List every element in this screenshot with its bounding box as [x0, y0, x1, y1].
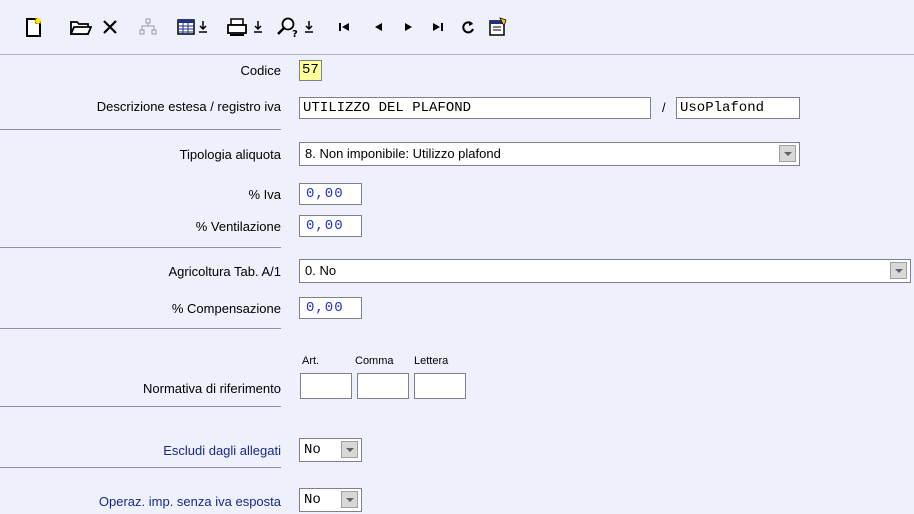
search-dropdown-icon[interactable]: [303, 18, 315, 36]
normativa-label: Normativa di riferimento: [143, 381, 281, 396]
agricoltura-label: Agricoltura Tab. A/1: [168, 264, 282, 279]
svg-text:?: ?: [292, 29, 298, 38]
art-label: Art.: [302, 355, 320, 367]
descrizione-label: Descrizione estesa / registro iva: [96, 99, 281, 114]
codice-label: Codice: [240, 63, 281, 78]
lettera-field[interactable]: [414, 373, 466, 399]
form-area: Codice 57 Descrizione estesa / registro …: [0, 55, 914, 514]
delete-icon[interactable]: [101, 14, 119, 40]
search-help-icon[interactable]: ?: [276, 14, 300, 40]
table-view-dropdown-icon[interactable]: [197, 18, 209, 36]
separator: [0, 467, 281, 468]
agricoltura-value: 0. No: [305, 263, 337, 278]
next-record-icon[interactable]: [402, 14, 416, 40]
hierarchy-icon[interactable]: [138, 14, 158, 40]
separator: [0, 247, 281, 248]
compensazione-label: % Compensazione: [171, 301, 281, 316]
comma-field[interactable]: [357, 373, 409, 399]
operaz-select[interactable]: No: [299, 488, 362, 512]
ventilazione-field[interactable]: 0,00: [299, 215, 362, 237]
descrizione-field[interactable]: UTILIZZO DEL PLAFOND: [299, 97, 651, 119]
chevron-down-icon[interactable]: [341, 441, 358, 458]
ventilazione-label: % Ventilazione: [195, 219, 281, 234]
codice-field[interactable]: 57: [299, 60, 322, 81]
iva-field[interactable]: 0,00: [299, 183, 362, 205]
new-document-icon[interactable]: [24, 14, 44, 40]
escludi-select[interactable]: No: [299, 438, 362, 462]
chevron-down-icon[interactable]: [779, 145, 796, 162]
compensazione-field[interactable]: 0,00: [299, 297, 362, 319]
comma-label: Comma: [355, 355, 394, 367]
tipologia-label: Tipologia aliquota: [179, 147, 281, 162]
registro-iva-field[interactable]: UsoPlafond: [676, 97, 800, 119]
refresh-icon[interactable]: [460, 14, 476, 40]
table-view-icon[interactable]: [176, 14, 196, 40]
previous-record-icon[interactable]: [371, 14, 385, 40]
iva-label: % Iva: [248, 187, 281, 202]
properties-icon[interactable]: [487, 14, 509, 40]
print-dropdown-icon[interactable]: [252, 18, 264, 36]
last-record-icon[interactable]: [431, 14, 445, 40]
separator: [0, 129, 281, 130]
art-field[interactable]: [300, 373, 352, 399]
operaz-label: Operaz. imp. senza iva esposta: [98, 494, 281, 509]
lettera-label: Lettera: [414, 355, 449, 367]
agricoltura-select[interactable]: 0. No: [299, 259, 911, 283]
separator: [0, 328, 281, 329]
first-record-icon[interactable]: [337, 14, 351, 40]
tipologia-select[interactable]: 8. Non imponibile: Utilizzo plafond: [299, 142, 800, 166]
chevron-down-icon[interactable]: [341, 491, 358, 508]
escludi-value: No: [304, 442, 321, 458]
operaz-value: No: [304, 492, 321, 508]
separator: [0, 406, 281, 407]
tipologia-value: 8. Non imponibile: Utilizzo plafond: [305, 146, 501, 161]
escludi-label: Escludi dagli allegati: [163, 443, 281, 458]
registro-separator: /: [662, 100, 666, 115]
chevron-down-icon[interactable]: [890, 262, 907, 279]
open-folder-icon[interactable]: [70, 14, 92, 40]
toolbar: ?: [0, 0, 914, 55]
print-icon[interactable]: [226, 14, 248, 40]
